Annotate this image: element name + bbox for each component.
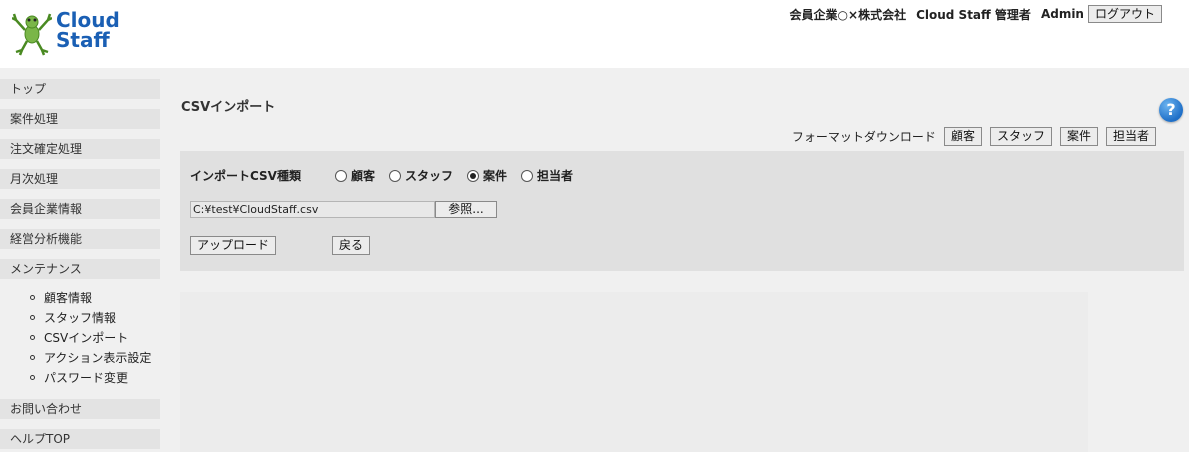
- sidebar-subitem-action-display[interactable]: アクション表示設定: [30, 349, 151, 367]
- radio-project[interactable]: 案件: [467, 167, 507, 184]
- import-type-radio-group: 顧客 スタッフ 案件 担当者: [334, 167, 587, 184]
- result-area: [180, 292, 1088, 452]
- cloud-staff-logo[interactable]: Cloud Staff: [12, 8, 142, 58]
- browse-button[interactable]: 参照...: [435, 201, 497, 218]
- sidebar-subitem-label: 顧客情報: [44, 291, 93, 305]
- sidebar-item-order-confirm[interactable]: 注文確定処理: [0, 139, 160, 159]
- sidebar-item-top[interactable]: トップ: [0, 79, 160, 99]
- radio-staff[interactable]: スタッフ: [388, 167, 453, 184]
- sidebar-item-maintenance[interactable]: メンテナンス: [0, 259, 160, 279]
- user-info: 会員企業○×株式会社 Cloud Staff 管理者 Admin ログアウト: [790, 5, 1162, 23]
- radio-circle-icon: [388, 169, 401, 182]
- radio-label: 担当者: [537, 169, 574, 183]
- format-download-row: フォーマットダウンロード 顧客 スタッフ 案件 担当者: [792, 127, 1156, 146]
- logo-text-line2: Staff: [56, 28, 110, 52]
- help-icon[interactable]: ?: [1159, 98, 1183, 122]
- sidebar-subitem-label: CSVインポート: [44, 331, 129, 345]
- sidebar-subitem-password[interactable]: パスワード変更: [30, 369, 128, 387]
- logo-text-line1: Cloud: [56, 8, 120, 32]
- sidebar-subitem-csv-import[interactable]: CSVインポート: [30, 329, 128, 347]
- sidebar-subitem-label: アクション表示設定: [44, 351, 152, 365]
- radio-label: 案件: [483, 169, 508, 183]
- bullet-icon: [30, 295, 35, 300]
- company-name: 会員企業○×株式会社: [789, 7, 907, 22]
- frog-mascot-icon: [12, 13, 52, 56]
- logout-button[interactable]: ログアウト: [1087, 5, 1162, 23]
- user-role: Cloud Staff 管理者: [916, 7, 1031, 22]
- upload-button[interactable]: アップロード: [190, 236, 277, 255]
- sidebar-item-projects[interactable]: 案件処理: [0, 109, 160, 129]
- import-type-row: インポートCSV種類 顧客 スタッフ 案件 担当者: [190, 167, 587, 184]
- file-path-input[interactable]: C:¥test¥CloudStaff.csv: [190, 201, 435, 218]
- sidebar-subitem-staff[interactable]: スタッフ情報: [30, 309, 116, 327]
- sidebar-item-contact[interactable]: お問い合わせ: [0, 399, 160, 419]
- import-type-label: インポートCSV種類: [190, 169, 301, 183]
- radio-customer[interactable]: 顧客: [334, 167, 375, 184]
- bullet-icon: [30, 335, 35, 340]
- format-download-contact-button[interactable]: 担当者: [1105, 127, 1156, 146]
- sidebar-item-monthly[interactable]: 月次処理: [0, 169, 160, 189]
- sidebar-subitem-label: パスワード変更: [44, 371, 129, 385]
- radio-circle-icon: [334, 169, 347, 182]
- radio-circle-icon: [521, 169, 534, 182]
- header: Cloud Staff 会員企業○×株式会社 Cloud Staff 管理者 A…: [0, 0, 1189, 68]
- sidebar-subitem-label: スタッフ情報: [44, 311, 117, 325]
- back-button[interactable]: 戻る: [332, 236, 371, 255]
- page-title: CSVインポート: [181, 100, 276, 115]
- file-select-row: C:¥test¥CloudStaff.csv 参照...: [190, 201, 497, 218]
- bullet-icon: [30, 375, 35, 380]
- user-name: Admin: [1040, 7, 1084, 21]
- sidebar-subitem-customers[interactable]: 顧客情報: [30, 289, 92, 307]
- format-download-customer-button[interactable]: 顧客: [943, 127, 982, 146]
- logo-text: Cloud Staff: [56, 10, 120, 50]
- bullet-icon: [30, 355, 35, 360]
- radio-label: スタッフ: [404, 169, 453, 183]
- radio-contact[interactable]: 担当者: [521, 167, 573, 184]
- bullet-icon: [30, 315, 35, 320]
- format-download-staff-button[interactable]: スタッフ: [989, 127, 1052, 146]
- sidebar-item-help-top[interactable]: ヘルプTOP: [0, 429, 160, 449]
- sidebar-item-company-info[interactable]: 会員企業情報: [0, 199, 160, 219]
- sidebar-item-analytics[interactable]: 経営分析機能: [0, 229, 160, 249]
- radio-label: 顧客: [350, 169, 375, 183]
- format-download-project-button[interactable]: 案件: [1059, 127, 1098, 146]
- radio-circle-selected-icon: [467, 169, 479, 182]
- format-download-label: フォーマットダウンロード: [791, 130, 936, 144]
- import-panel: インポートCSV種類 顧客 スタッフ 案件 担当者 C:¥test¥CloudS…: [180, 151, 1184, 271]
